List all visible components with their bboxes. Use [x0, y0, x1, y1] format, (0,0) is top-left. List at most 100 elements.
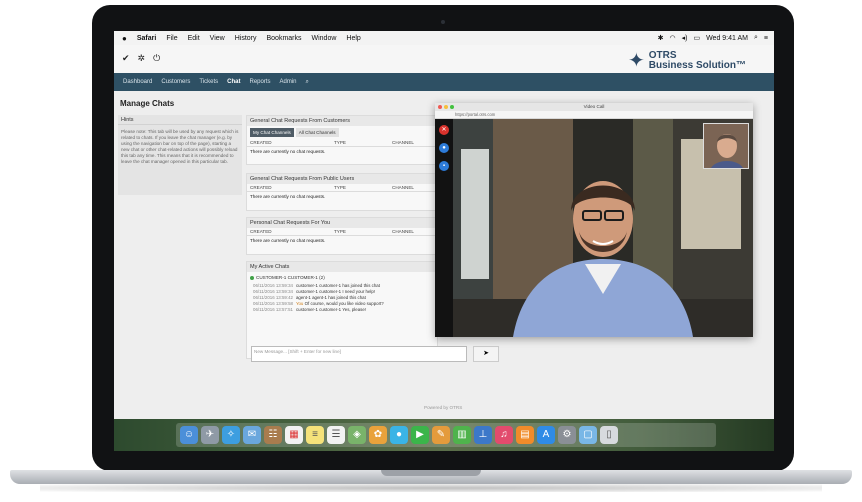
tab-all-chat-channels[interactable]: All Chat Channels [295, 128, 339, 137]
nav-customers[interactable]: Customers [161, 79, 190, 85]
col-type[interactable]: TYPE [334, 140, 392, 145]
itunes-icon[interactable]: ♫ [495, 426, 513, 444]
camera-toggle-icon[interactable]: ▪ [439, 161, 449, 171]
notes-icon[interactable]: ≡ [306, 426, 324, 444]
message-text: has joined this chat [328, 295, 366, 300]
message-text: I need your help! [342, 289, 376, 294]
header-actions: ✔ ✲ ⏻ [122, 53, 160, 64]
apple-menu-icon[interactable]: ● [122, 34, 127, 43]
empty-message: There are currently no chat requests. [250, 238, 326, 243]
menu-app-name[interactable]: Safari [137, 35, 156, 42]
ibooks-icon[interactable]: ▤ [516, 426, 534, 444]
col-channel[interactable]: CHANNEL [392, 185, 414, 190]
maps-icon[interactable]: ◈ [348, 426, 366, 444]
send-icon: ➤ [483, 350, 489, 357]
zoom-window-icon[interactable] [450, 105, 454, 109]
nav-dashboard[interactable]: Dashboard [123, 79, 152, 85]
close-window-icon[interactable] [438, 105, 442, 109]
video-call-title: Video Call [583, 104, 605, 109]
message-text: Yes, please! [342, 307, 367, 312]
tab-my-chat-channels[interactable]: My Chat Channels [250, 128, 294, 137]
nav-tickets[interactable]: Tickets [199, 79, 218, 85]
nav-reports[interactable]: Reports [250, 79, 271, 85]
contacts-icon[interactable]: ☷ [264, 426, 282, 444]
reminders-icon[interactable]: ☰ [327, 426, 345, 444]
trash-icon[interactable]: ▯ [600, 426, 618, 444]
col-type[interactable]: TYPE [334, 229, 392, 234]
message-author: customer-1 customer-1 [295, 283, 342, 288]
public-requests-panel: General Chat Requests From Public Users … [246, 173, 438, 211]
nav-chat[interactable]: Chat [227, 79, 240, 85]
search-icon[interactable]: ⌕ [306, 79, 309, 86]
laptop-mockup: ● Safari File Edit View History Bookmark… [0, 0, 862, 502]
spotlight-icon[interactable]: ⌕ [754, 34, 758, 42]
settings-icon[interactable]: ✲ [138, 53, 146, 64]
menu-bar: ● Safari File Edit View History Bookmark… [114, 31, 774, 45]
video-call-url[interactable]: https://portal.otrs.com [435, 111, 753, 119]
bluetooth-icon[interactable]: ✱ [658, 34, 664, 42]
messages-icon[interactable]: ● [390, 426, 408, 444]
photos-icon[interactable]: ✿ [369, 426, 387, 444]
keynote-icon[interactable]: ⊥ [474, 426, 492, 444]
numbers-icon[interactable]: ▥ [453, 426, 471, 444]
notification-center-icon[interactable]: ≡ [764, 35, 768, 42]
table-header: CREATED TYPE CHANNEL [247, 228, 437, 236]
panel-title: My Active Chats [247, 262, 437, 272]
video-call-titlebar: Video Call [435, 103, 753, 111]
safari-icon[interactable]: ✧ [222, 426, 240, 444]
volume-icon[interactable]: ◂) [682, 34, 688, 42]
menu-bookmarks[interactable]: Bookmarks [266, 35, 301, 42]
self-view[interactable] [703, 123, 749, 169]
clock[interactable]: Wed 9:41 AM [706, 35, 748, 42]
laptop-shadow [40, 484, 822, 492]
finder-icon[interactable]: ☺ [180, 426, 198, 444]
col-created[interactable]: CREATED [250, 140, 334, 145]
message-time: 06/11/2016 13:59:34 [253, 283, 293, 288]
message-author: customer-1 customer-1 [295, 307, 342, 312]
message-author: customer-1 customer-1 [295, 289, 342, 294]
send-button[interactable]: ➤ [473, 346, 499, 362]
chat-tab[interactable]: CUSTOMER-1 CUSTOMER-1 (2) [247, 272, 437, 283]
chat-tab-label: CUSTOMER-1 CUSTOMER-1 (2) [256, 275, 325, 280]
calendar-icon[interactable]: ▦ [285, 426, 303, 444]
content-area: Manage Chats Hints Please note: This tab… [114, 91, 774, 451]
logo-line2: Business Solution™ [648, 59, 746, 71]
check-icon[interactable]: ✔ [122, 53, 130, 64]
launchpad-icon[interactable]: ✈ [201, 426, 219, 444]
facetime-icon[interactable]: ▶ [411, 426, 429, 444]
battery-icon[interactable]: ▭ [693, 34, 700, 42]
status-area: ✱ ◠ ◂) ▭ Wed 9:41 AM ⌕ ≡ [658, 31, 768, 45]
col-channel[interactable]: CHANNEL [392, 229, 414, 234]
end-call-icon[interactable]: ✕ [439, 125, 449, 135]
wifi-icon[interactable]: ◠ [669, 34, 675, 42]
col-created[interactable]: CREATED [250, 185, 334, 190]
menu-file[interactable]: File [166, 35, 177, 42]
menu-edit[interactable]: Edit [188, 35, 200, 42]
app-store-icon[interactable]: A [537, 426, 555, 444]
camera-icon [441, 20, 445, 24]
col-channel[interactable]: CHANNEL [392, 140, 414, 145]
power-icon[interactable]: ⏻ [153, 53, 160, 64]
message-input[interactable]: New Message... [Shift + Enter for new li… [251, 346, 467, 362]
panel-title: Personal Chat Requests For You [247, 218, 437, 228]
dock: ☺ ✈ ✧ ✉ ☷ ▦ ≡ ☰ ◈ ✿ ● ▶ ✎ ▥ ⊥ ♫ ▤ A ⚙ ▢ [176, 423, 716, 447]
otrs-logo: ✦ OTRS Business Solution™ [628, 48, 746, 73]
message-time: 06/11/2016 13:59:42 [253, 295, 293, 300]
message-time: 06/11/2016 13:59:34 [253, 289, 293, 294]
downloads-icon[interactable]: ▢ [579, 426, 597, 444]
mail-icon[interactable]: ✉ [243, 426, 261, 444]
minimize-window-icon[interactable] [444, 105, 448, 109]
nav-admin[interactable]: Admin [280, 79, 297, 85]
online-indicator-icon [250, 275, 254, 280]
menu-history[interactable]: History [235, 35, 257, 42]
microphone-icon[interactable]: ● [439, 143, 449, 153]
panel-title: General Chat Requests From Public Users [247, 174, 437, 184]
menu-view[interactable]: View [210, 35, 225, 42]
col-type[interactable]: TYPE [334, 185, 392, 190]
menu-window[interactable]: Window [312, 35, 337, 42]
pages-icon[interactable]: ✎ [432, 426, 450, 444]
personal-requests-panel: Personal Chat Requests For You CREATED T… [246, 217, 438, 255]
menu-help[interactable]: Help [346, 35, 360, 42]
system-preferences-icon[interactable]: ⚙ [558, 426, 576, 444]
col-created[interactable]: CREATED [250, 229, 334, 234]
